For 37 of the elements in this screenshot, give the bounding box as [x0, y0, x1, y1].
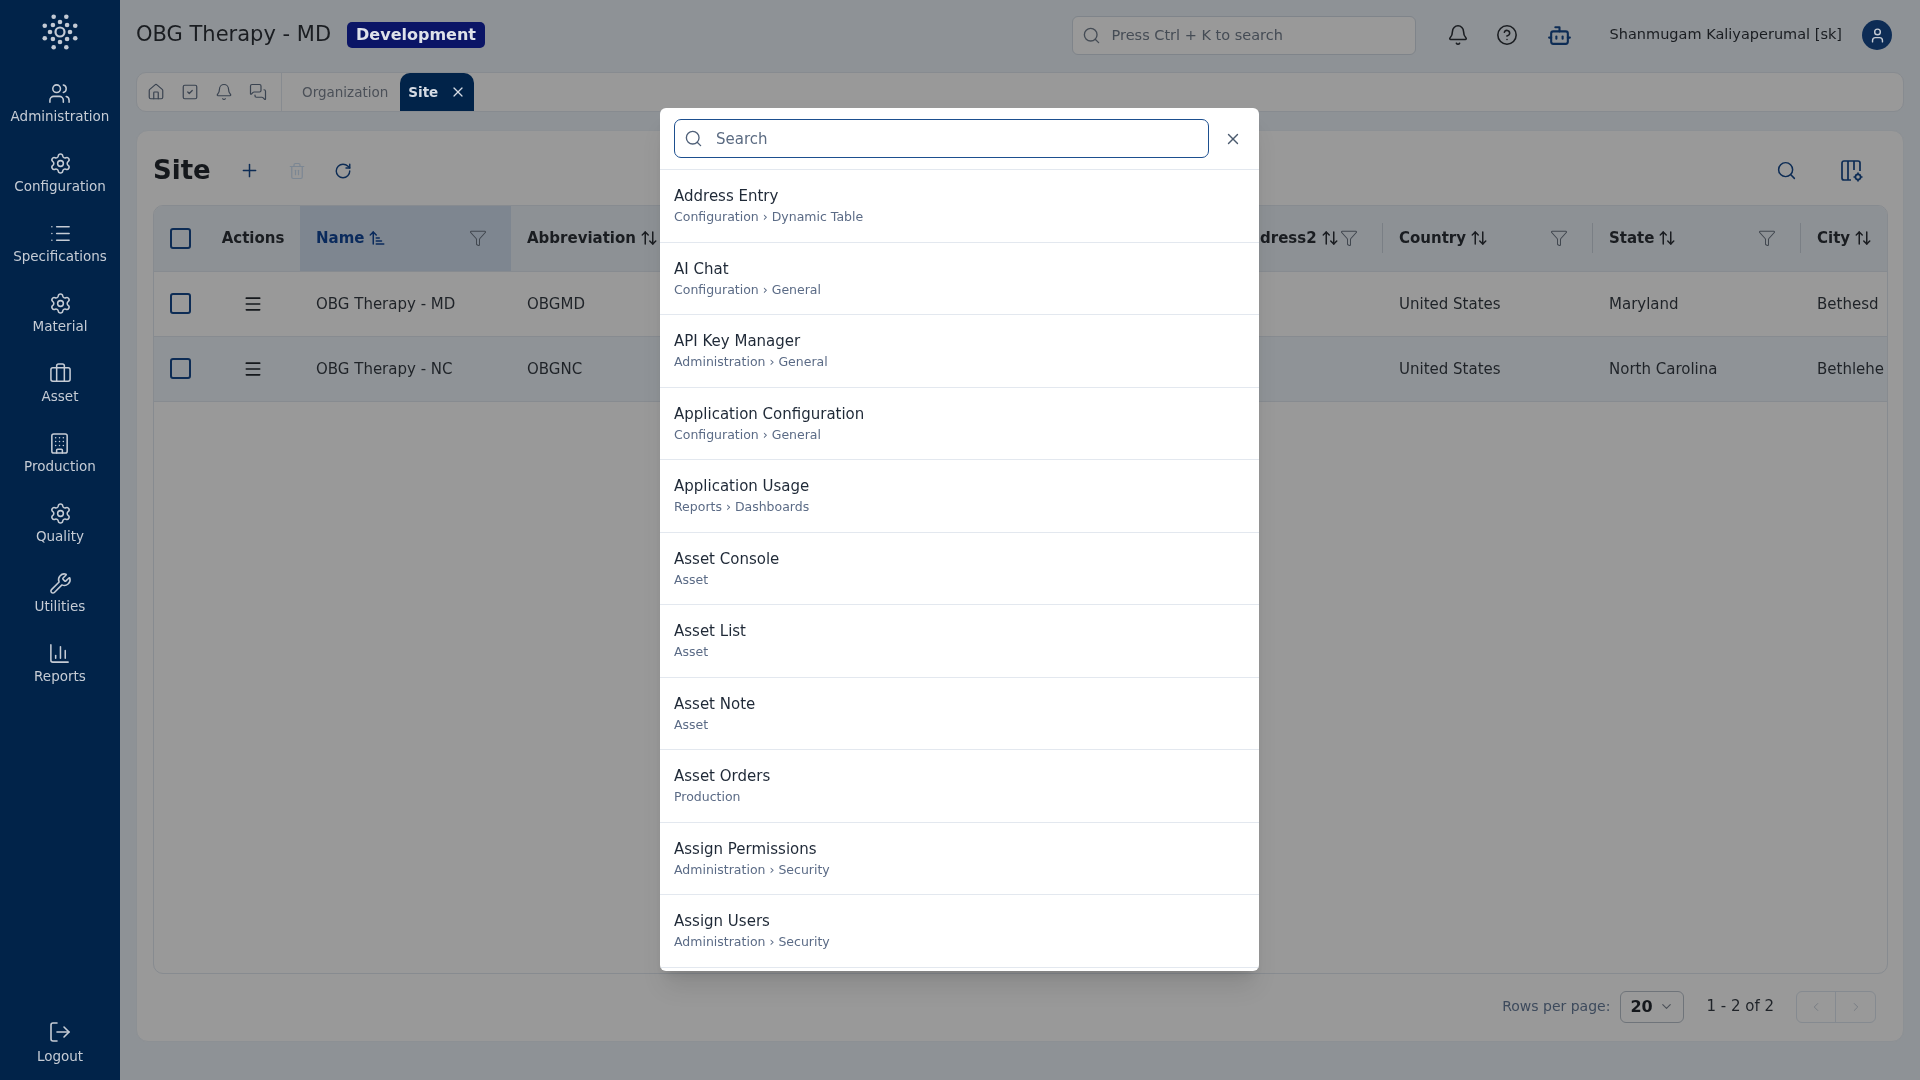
table-cell: OBG Therapy - NC [316, 359, 453, 378]
result-title: Application Configuration [674, 403, 865, 424]
table-cell: OBGNC [527, 359, 583, 378]
result-path: Administration › Security [674, 861, 830, 878]
result-path: Configuration › Dynamic Table [674, 209, 864, 226]
result-title: Assign Users [674, 911, 770, 932]
result-path: Reports › Dashboards [674, 499, 810, 516]
table-cell: United States [1399, 294, 1501, 313]
table-cell: Maryland [1609, 294, 1679, 313]
result-path: Configuration › General [674, 426, 821, 443]
page-range: 1 - 2 of 2 [1706, 996, 1774, 1018]
table-cell: North Carolina [1609, 359, 1718, 378]
result-title: Application Usage [674, 476, 810, 497]
result-path: Asset [674, 571, 709, 588]
result-path: Administration › General [674, 354, 828, 371]
result-title: API Key Manager [674, 331, 801, 352]
result-title: Asset Console [674, 548, 780, 569]
result-path: Asset [674, 644, 709, 661]
page-title: Site [153, 154, 211, 188]
result-title: Asset List [674, 621, 746, 642]
page-header-title: OBG Therapy - MD [136, 21, 332, 49]
result-path: Configuration › General [674, 281, 821, 298]
table-cell: Bethesd [1817, 294, 1879, 313]
table-cell: OBG Therapy - MD [316, 294, 456, 313]
rows-per-page-label: Rows per page: [1502, 997, 1611, 1017]
result-title: Assign Permissions [674, 838, 817, 859]
environment-badge: Development [347, 22, 485, 48]
result-path: Asset [674, 716, 709, 733]
table-cell: Bethlehe [1817, 359, 1885, 378]
result-title: AI Chat [674, 258, 729, 279]
table-cell: United States [1399, 359, 1501, 378]
result-title: Asset Note [674, 693, 756, 714]
table-cell: OBGMD [527, 294, 585, 313]
result-title: Address Entry [674, 186, 779, 207]
result-path: Administration › Security [674, 934, 830, 951]
result-title: Asset Orders [674, 766, 771, 787]
result-path: Production [674, 789, 741, 806]
